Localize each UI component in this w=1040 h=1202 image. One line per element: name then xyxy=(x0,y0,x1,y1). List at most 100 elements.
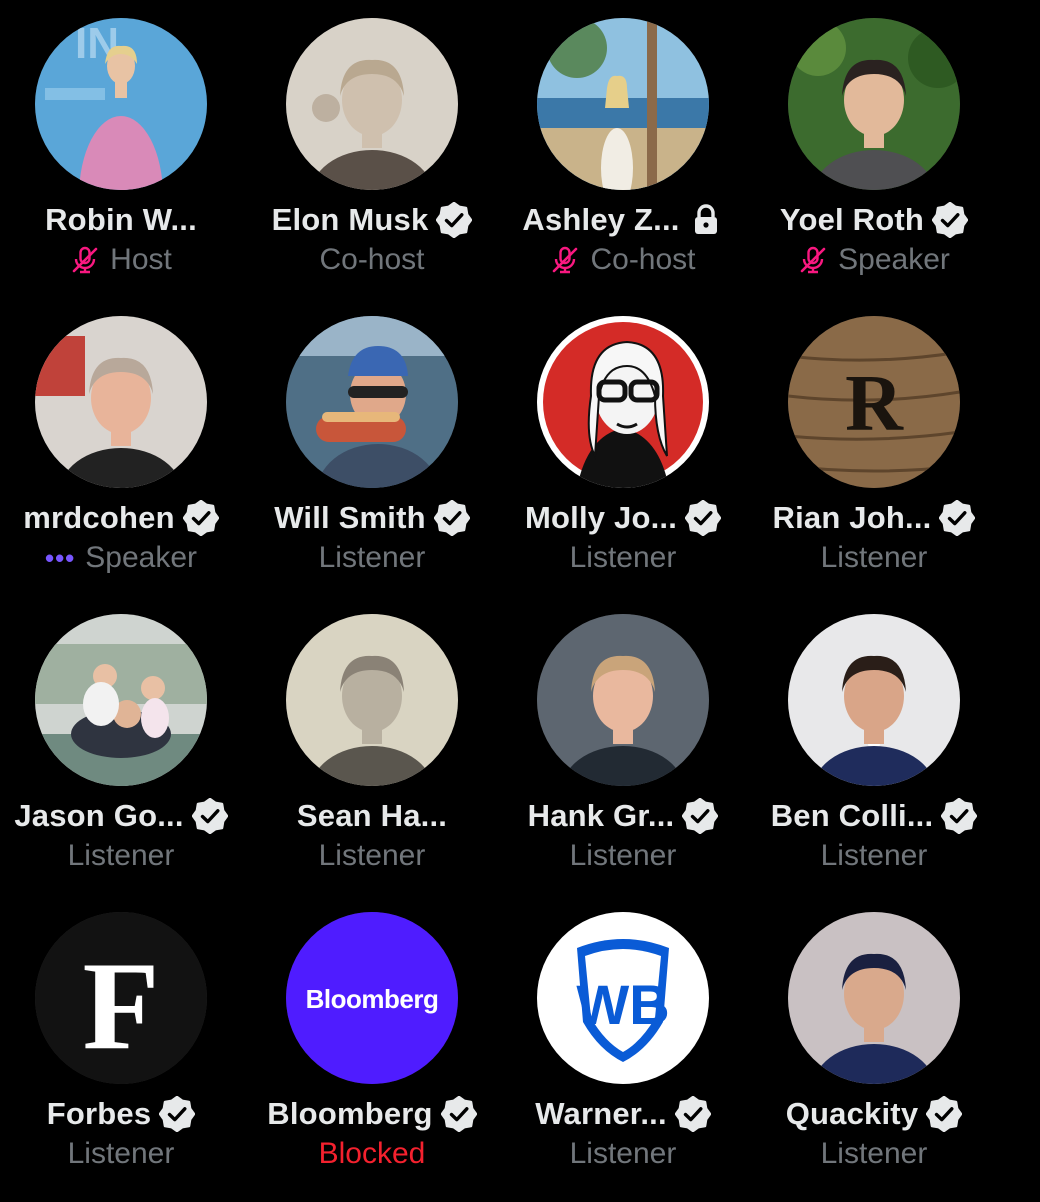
participant-name: Warner... xyxy=(535,1096,667,1131)
participants-grid: IN Robin W... Host Elon Musk Co-host Ashley Z… xyxy=(0,0,1040,1200)
blocked-status-label: Blocked xyxy=(318,1137,426,1170)
elon-avatar-icon[interactable] xyxy=(286,18,458,190)
verified-badge-icon xyxy=(674,1096,711,1132)
svg-text:Bloomberg: Bloomberg xyxy=(306,984,439,1014)
participant-card[interactable]: Quackity Listener xyxy=(748,912,998,1202)
jason-avatar-icon[interactable] xyxy=(35,614,207,786)
molly-avatar-icon[interactable] xyxy=(537,316,709,488)
svg-text:WB: WB xyxy=(576,973,669,1036)
participant-name: Ashley Z... xyxy=(522,202,680,237)
participant-name-row: Jason Go... xyxy=(0,794,247,838)
participant-card[interactable]: F Forbes Listener xyxy=(0,912,245,1202)
participant-card[interactable]: mrdcohen ••• Speaker xyxy=(0,316,245,606)
participant-role: Listener xyxy=(820,1137,928,1170)
speaking-dots-icon: ••• xyxy=(44,542,76,573)
participant-name-row: Robin W... xyxy=(0,198,247,242)
participant-role: Listener xyxy=(569,839,677,872)
quackity-avatar-icon[interactable] xyxy=(788,912,960,1084)
participant-card[interactable]: Bloomberg Bloomberg Blocked xyxy=(246,912,496,1202)
participant-name: Jason Go... xyxy=(14,798,184,833)
participant-name: Bloomberg xyxy=(267,1096,433,1131)
muted-mic-icon xyxy=(798,245,828,275)
lock-icon xyxy=(688,202,724,238)
participant-role-row: Listener xyxy=(246,836,498,876)
participant-name: Hank Gr... xyxy=(527,798,675,833)
verified-badge-icon xyxy=(433,500,470,536)
participant-name-row: Warner... xyxy=(497,1092,749,1136)
participant-name-row: Ashley Z... xyxy=(497,198,749,242)
participant-role: Listener xyxy=(820,541,928,574)
verified-badge-icon xyxy=(926,1096,963,1132)
verified-badge-icon xyxy=(191,798,228,834)
participant-card[interactable]: Sean Ha... Listener xyxy=(246,614,496,904)
yoel-avatar-icon[interactable] xyxy=(788,18,960,190)
participant-name: Sean Ha... xyxy=(296,798,448,833)
participant-role-row: Listener xyxy=(497,836,749,876)
participant-role: Listener xyxy=(67,839,175,872)
participant-card[interactable]: Yoel Roth Speaker xyxy=(748,18,998,308)
participant-role-row: Blocked xyxy=(246,1134,498,1174)
sean-avatar-icon[interactable] xyxy=(286,614,458,786)
participant-name: Elon Musk xyxy=(271,202,429,237)
ashley-avatar-icon[interactable] xyxy=(537,18,709,190)
participant-card[interactable]: Ben Colli... Listener xyxy=(748,614,998,904)
verified-badge-icon xyxy=(932,202,969,238)
participant-role-row: Listener xyxy=(748,836,1000,876)
participant-role: Speaker xyxy=(838,243,950,276)
svg-text:F: F xyxy=(83,937,160,1076)
participant-name: Yoel Roth xyxy=(779,202,925,237)
mrdcohen-avatar-icon[interactable] xyxy=(35,316,207,488)
participant-role: Listener xyxy=(820,839,928,872)
participant-name-row: Molly Jo... xyxy=(497,496,749,540)
participant-role-row: Listener xyxy=(0,836,247,876)
participant-role-row: Listener xyxy=(0,1134,247,1174)
warner-bros-logo-icon[interactable]: WB xyxy=(537,912,709,1084)
participant-name-row: mrdcohen xyxy=(0,496,247,540)
verified-badge-icon xyxy=(182,500,219,536)
participant-name-row: Bloomberg xyxy=(246,1092,498,1136)
participant-name-row: Sean Ha... xyxy=(246,794,498,838)
participant-role-row: Listener xyxy=(497,1134,749,1174)
participant-role-row: Host xyxy=(0,240,247,280)
participant-name-row: Yoel Roth xyxy=(748,198,1000,242)
participant-name: Robin W... xyxy=(45,202,197,237)
ben-avatar-icon[interactable] xyxy=(788,614,960,786)
participant-name: Will Smith xyxy=(274,500,426,535)
participant-card[interactable]: R Rian Joh... Listener xyxy=(748,316,998,606)
participant-name: mrdcohen xyxy=(23,500,175,535)
participant-name-row: Elon Musk xyxy=(246,198,498,242)
participant-role: Listener xyxy=(67,1137,175,1170)
participant-role: Listener xyxy=(569,1137,677,1170)
participant-card[interactable]: WB Warner... Listener xyxy=(497,912,747,1202)
verified-badge-icon xyxy=(941,798,978,834)
participant-card[interactable]: Hank Gr... Listener xyxy=(497,614,747,904)
verified-badge-icon xyxy=(436,202,473,238)
participant-name-row: Hank Gr... xyxy=(497,794,749,838)
hank-avatar-icon[interactable] xyxy=(537,614,709,786)
participant-name-row: Will Smith xyxy=(246,496,498,540)
participant-role-row: ••• Speaker xyxy=(0,538,247,578)
participant-name-row: Forbes xyxy=(0,1092,247,1136)
rian-avatar-icon[interactable]: R xyxy=(788,316,960,488)
bloomberg-logo-icon[interactable]: Bloomberg xyxy=(286,912,458,1084)
participant-name-row: Rian Joh... xyxy=(748,496,1000,540)
participant-card[interactable]: Ashley Z... Co-host xyxy=(497,18,747,308)
participant-card[interactable]: Molly Jo... Listener xyxy=(497,316,747,606)
participant-card[interactable]: Will Smith Listener xyxy=(246,316,496,606)
participant-role: Speaker xyxy=(85,541,198,574)
participant-role-row: Listener xyxy=(246,538,498,578)
participant-role-row: Listener xyxy=(748,538,1000,578)
participant-card[interactable]: IN Robin W... Host xyxy=(0,18,245,308)
verified-badge-icon xyxy=(685,500,722,536)
participant-card[interactable]: Elon Musk Co-host xyxy=(246,18,496,308)
verified-badge-icon xyxy=(159,1096,196,1132)
participant-name: Molly Jo... xyxy=(524,500,678,535)
robin-avatar-icon[interactable]: IN xyxy=(35,18,207,190)
participant-card[interactable]: Jason Go... Listener xyxy=(0,614,245,904)
verified-badge-icon xyxy=(939,500,976,536)
will-smith-avatar-icon[interactable] xyxy=(286,316,458,488)
muted-mic-icon xyxy=(70,245,100,275)
forbes-logo-icon[interactable]: F xyxy=(35,912,207,1084)
participant-role-row: Listener xyxy=(748,1134,1000,1174)
participant-role: Listener xyxy=(569,541,677,574)
